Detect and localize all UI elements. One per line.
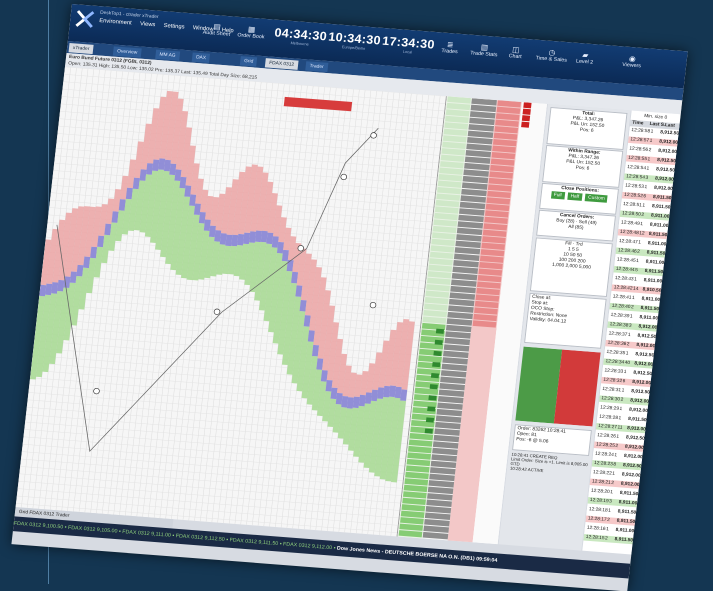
time-sales-row: 12:28:19 3 8,911.00 [587,497,638,508]
time-sales-row: 12:28:48 12 8,911.50 [617,228,668,240]
time-sales-row: 12:28:27 11 8,912.00 [595,423,646,434]
time-sales-row: 12:28:36 2 8,912.00 [605,339,655,351]
cancel-orders-box: Cancel Orders: Buy (28) · Sell (49) All … [536,209,616,242]
order-status: Order: 83262 10:28:41 Open: 81 Pos: -6 @… [512,424,592,457]
trading-window: DeskTop1 - ctrader xTrader Environment V… [11,4,688,591]
tab-mm-ag[interactable]: MM AG [155,49,180,61]
time-sales-row: 12:28:57 1 8,912.00 [628,136,678,147]
mini-ladder [515,346,601,427]
time-sales-row: 12:28:30 2 8,912.00 [598,395,649,406]
order-params: Close at: Stop at: OCO Stop: Restriction… [524,292,607,349]
total-box: Total: P&L: 3,347.26 P&L Un: 152.50 Pos:… [546,107,628,150]
menu-views[interactable]: Views [140,21,156,28]
time-sales-row: 12:28:37 1 8,912.50 [606,330,656,341]
qty-2000[interactable]: 2,000 [565,263,578,269]
menu-settings[interactable]: Settings [163,23,184,30]
time-sales-row: 12:28:56 2 8,912.00 [626,145,677,156]
time-sales-row: 12:28:51 1 8,911.50 [620,201,671,212]
order-log: 10:28:41 CREATE REQ Limit Order: Size is… [509,451,588,474]
close-full-button[interactable]: Full [550,191,565,200]
app-logo-icon [75,10,95,28]
menu-environment[interactable]: Environment [99,18,132,26]
time-sales-row: 12:28:50 2 8,911.00 [619,210,670,221]
time-sales-row: 12:28:43 1 8,911.00 [612,275,662,286]
time-sales-row: 12:28:17 2 8,911.50 [585,515,635,526]
time-sales-row: 12:28:54 3 8,912.00 [623,173,674,184]
time-sales-row: 12:28:40 2 8,911.50 [609,302,659,314]
time-sales-row: 12:28:39 1 8,911.00 [608,312,658,323]
trade-stats-button[interactable]: ▥ Trade Stats [470,42,499,58]
tab-trader[interactable]: Trader [305,61,328,73]
tab-grid[interactable]: Grid [239,56,258,67]
time-sales-row: 12:28:15 2 8,911.50 [583,534,633,545]
time-sales-row: 12:28:46 2 8,911.50 [615,247,666,258]
time-sales-row: 12:28:47 1 8,911.00 [616,238,667,249]
close-custom-button[interactable]: Custom [584,193,609,203]
time-sales-row: 12:28:21 2 8,912.00 [589,478,640,489]
time-sales-row: 12:28:24 1 8,912.00 [592,450,643,462]
time-sales-row: 12:28:28 1 8,911.50 [596,413,647,425]
time-sales-row: 12:28:35 1 8,912.50 [604,349,654,360]
time-sales-row: 12:28:22 1 8,912.00 [590,469,641,480]
time-sales-row: 12:28:49 1 8,911.00 [618,219,669,230]
time-sales-row: 12:28:42 14 8,910.50 [611,284,662,295]
time-sales-row: 12:28:32 6 8,912.00 [601,376,651,388]
level-2-button[interactable]: ▰ Level 2 [576,50,595,66]
clock-local: 17:34:30 Local [381,33,436,55]
close-half-button[interactable]: Half [567,192,583,201]
time-sales-row: 12:28:20 1 8,911.50 [588,487,639,499]
time-sales-row: 12:28:44 5 8,911.50 [613,265,663,277]
time-sales-row: 12:28:25 2 8,912.00 [593,441,644,452]
within-range-box: Within Range: P&L: 3,347.26 P&L Un: 152.… [542,144,624,188]
qty-1000[interactable]: 1,000 [552,262,565,268]
quantity-grid: Fill · Trd 1 5 5 10 50 50 100 200 200 1,… [529,237,613,297]
chart-button[interactable]: ◫ Chart [508,45,522,60]
time-sales-row: 12:28:18 1 8,911.50 [586,506,637,517]
trades-button[interactable]: ≣ Trades [441,40,459,55]
time-sales-row: 12:28:53 1 8,912.00 [622,182,673,193]
order-book-button[interactable]: ▦ Order Book [237,24,266,40]
time-sales-row: 12:28:29 1 8,912.00 [597,404,648,415]
time-sales-row: 12:28:16 1 8,911.00 [584,524,634,536]
validity-field[interactable]: 04.04.12 [547,318,566,325]
time-sales-row: 12:28:41 1 8,911.00 [610,293,660,304]
time-sales-row: 12:28:45 1 8,911.00 [614,256,665,267]
time-sales-row: 12:28:31 1 8,912.50 [600,386,650,397]
tab-dax[interactable]: DAX [191,52,211,64]
volume-heatmap [15,66,446,536]
time-sales-row: 12:28:23 8 8,912.50 [591,460,642,471]
time-sales-button[interactable]: ◷ Time & Sales [535,47,568,63]
tab-xtrader[interactable]: xTrader [68,42,94,55]
heatmap-chart-panel[interactable] [15,66,447,537]
time-sales-row: 12:28:52 6 8,911.50 [621,191,672,203]
qty-5000[interactable]: 5,000 [579,264,592,270]
audit-sheet-button[interactable]: ▤ Audit Sheet [202,22,231,37]
viewers-button[interactable]: ◉ Viewers [622,54,642,69]
time-sales-row: 12:28:55 1 8,912.50 [625,154,676,166]
time-sales-row: 12:28:33 1 8,912.50 [602,367,652,378]
cancel-all-button[interactable]: All (85) [568,224,584,231]
time-sales-row: 12:28:38 3 8,912.00 [607,321,658,332]
clock-melbourne: 04:34:30 Melbourne [273,25,328,47]
clock-berlin: 10:34:30 Europe/Berlin [327,29,382,51]
time-sales-row: 12:28:54 1 8,912.50 [624,164,675,175]
time-sales-row: 12:28:26 1 8,912.50 [594,432,645,443]
time-sales-row: 12:28:34 40 8,912.00 [603,358,653,369]
